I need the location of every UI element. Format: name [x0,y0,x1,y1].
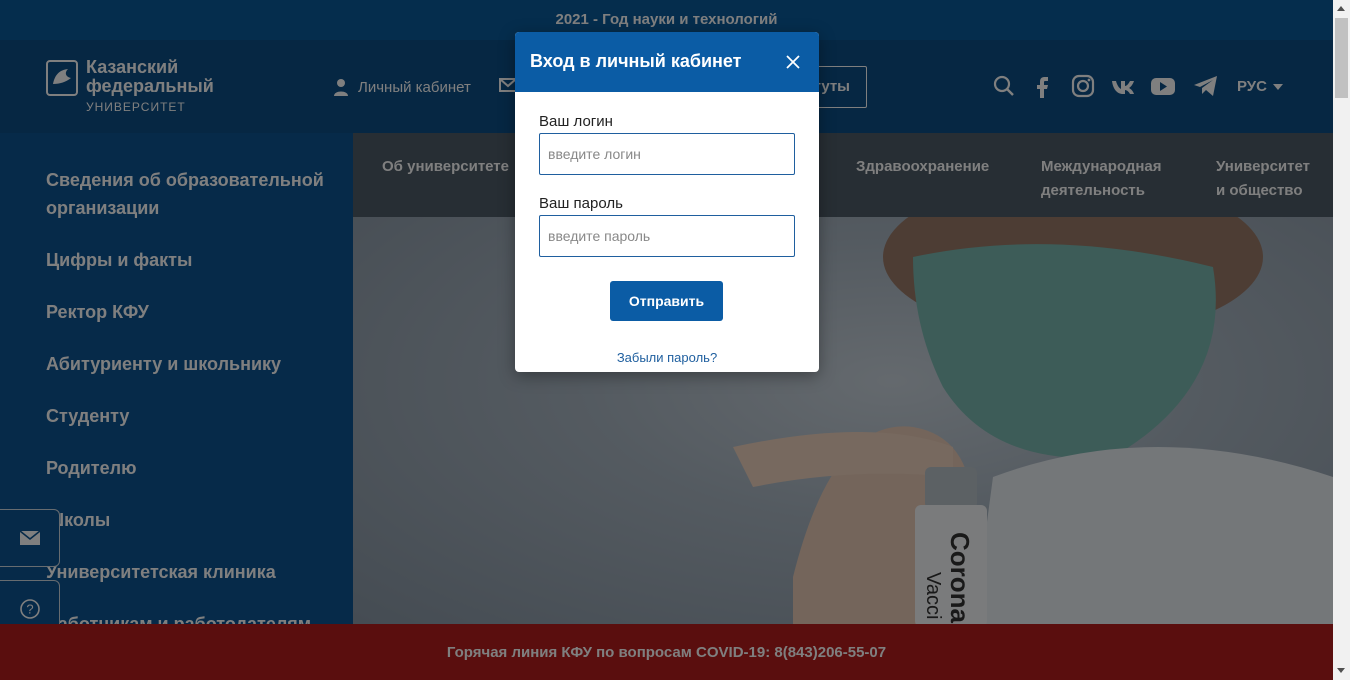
scroll-down-arrow[interactable] [1337,668,1345,673]
login-input[interactable] [539,133,795,175]
password-input[interactable] [539,215,795,257]
login-modal-title: Вход в личный кабинет [530,51,742,71]
page-scrollbar[interactable] [1333,0,1350,680]
forgot-password-link[interactable]: Забыли пароль? [515,350,819,365]
scroll-thumb[interactable] [1335,18,1348,98]
scroll-up-arrow[interactable] [1337,6,1345,11]
login-label: Ваш логин [539,113,613,130]
submit-button[interactable]: Отправить [610,281,723,321]
login-modal: Вход в личный кабинет Ваш логин Ваш паро… [515,32,819,372]
password-label: Ваш пароль [539,195,623,212]
close-icon[interactable] [783,52,803,72]
login-modal-header: Вход в личный кабинет [515,32,819,92]
